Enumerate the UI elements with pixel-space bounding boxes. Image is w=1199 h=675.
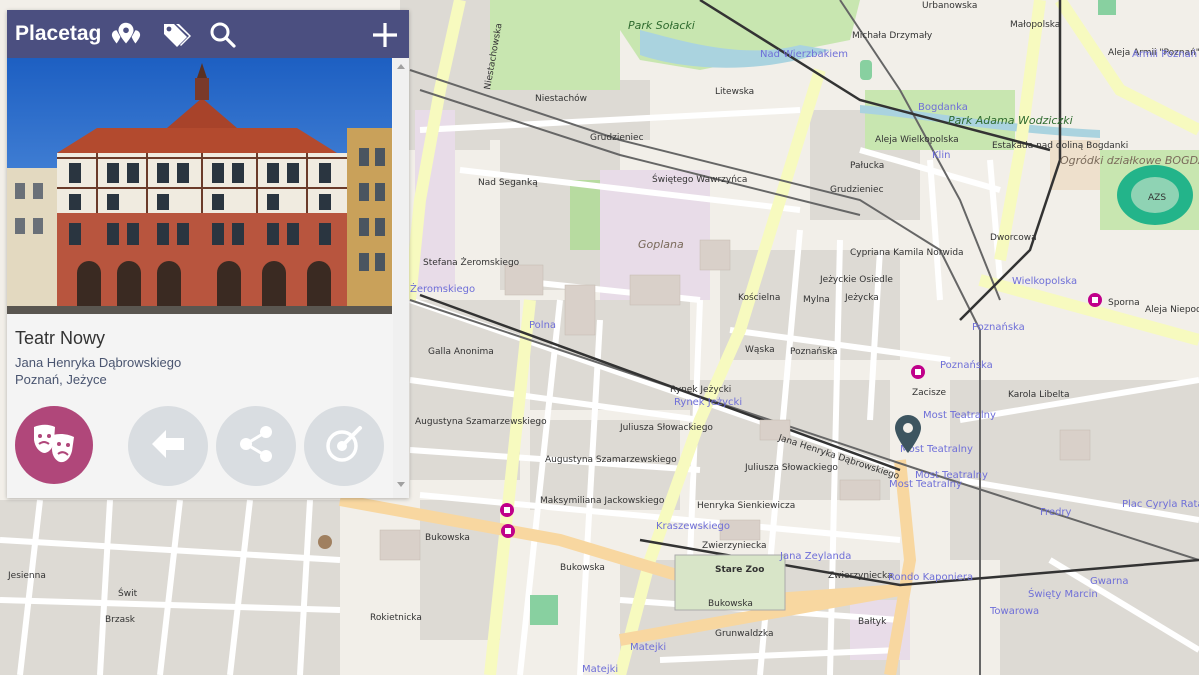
map-label-jana-zeylanda: Jana Zeylanda [779,551,851,562]
map-label-aleja-niepodleglosci: Aleja Niepodległości [1145,304,1199,315]
plus-icon[interactable] [369,19,401,51]
map-label-sporna: Sporna [1108,298,1140,308]
map-label-swit: Świt [118,587,138,599]
map-label-polna: Polna [529,320,556,331]
map-label-urbanowska: Urbanowska [922,1,977,11]
map-label-most-teatralny-1: Most Teatralny [923,410,996,421]
map-label-plac-cyryla: Plac Cyryla Ratajskiego [1122,499,1199,510]
map-label-estakada: Estakada nad doliną Bogdanki [992,141,1128,151]
map-label-matejki-2: Matejki [582,664,618,675]
map-label-bukowska: Bukowska [425,533,470,543]
place-panel: Placetag Teatr Nowy Jana Henryka Dąbrows… [7,10,409,498]
map-label-baltyk: Bałtyk [858,617,887,627]
place-info: Teatr Nowy Jana Henryka Dąbrowskiego Poz… [15,328,385,387]
map-label-zeromskiego: Stefana Żeromskiego [423,257,520,268]
map-label-rondo-kaponiera: Rondo Kaponiera [888,572,973,583]
share-button[interactable] [216,406,296,486]
map-pins-icon[interactable] [110,19,142,51]
place-name: Teatr Nowy [15,328,106,348]
map-label-kraszewskiego-stop: Kraszewskiego [656,521,730,532]
map-label-swiety-marcin: Święty Marcin [1028,587,1098,600]
map-label-litewska: Litewska [715,87,754,97]
map-label-fredry: Fredry [1040,507,1072,518]
map-label-al-wielkopolska: Aleja Wielkopolska [875,135,959,145]
map-label-augustyna-2: Augustyna Szamarzewskiego [545,455,677,465]
map-label-michala-drzymaly: Michała Drzymały [852,31,933,41]
map-label-augustyna: Augustyna Szamarzewskiego [415,417,547,427]
tags-icon[interactable] [160,19,192,51]
map-label-bukowska-2: Bukowska [560,563,605,573]
back-button[interactable] [128,406,208,486]
target-check-icon [324,424,364,469]
map-label-jezyckie-osiedle: Jeżyckie Osiedle [819,275,893,285]
map-label-armii-poznan-stop: Armii Poznań [1132,48,1197,60]
theater-masks-icon [15,406,93,484]
map-label-jesienna: Jesienna [7,571,46,581]
map-label-park-wodziczki: Park Adama Wodziczki [948,114,1073,127]
map-label-matejki: Matejki [630,642,666,653]
location-pin-icon[interactable] [895,415,921,458]
map-label-rokietnicka: Rokietnicka [370,613,422,623]
map-label-mylna: Mylna [803,295,830,305]
map-label-grunwaldzka: Grunwaldzka [715,629,773,639]
map-label-cyprianna: Cypriana Kamila Norwida [850,248,964,258]
map-label-rynek-jezycki-stop: Rynek Jeżycki [674,397,742,408]
place-street: Jana Henryka Dąbrowskiego [15,355,182,370]
map-label-brzask: Brzask [105,615,136,625]
top-toolbar: Placetag [7,10,409,58]
map-label-poznanska-street: Poznańska [790,347,838,357]
map-label-bogdanka: Bogdanka [918,102,968,113]
map-label-niestachow: Niestachów [535,93,587,104]
map-label-nad-seganka: Nad Seganką [478,178,538,188]
map-label-palucka: Pałucka [850,161,884,171]
map-label-jezycka: Jeżycka [844,293,879,303]
map-label-azs: AZS [1148,193,1166,203]
map-label-zeromskiego-stop: Żeromskiego [410,282,475,295]
map-label-nad-wierzbakiem: Nad Wierzbakiem [760,49,848,60]
map-label-juliusza-slowackiego-2: Juliusza Słowackiego [744,463,838,473]
map-label-bukowska-3: Bukowska [708,599,753,609]
map-label-henryka-sienkiewicza: Henryka Sienkiewicza [697,501,795,511]
panel-scrollbar[interactable] [393,58,409,498]
share-icon [238,425,274,468]
map-label-zwierzyniecka: Zwierzyniecka [702,541,767,551]
map-label-waska: Wąska [745,345,775,355]
place-photo [7,58,392,314]
map-label-zwierzyniecka-2: Zwierzyniecka [828,571,893,581]
map-label-goplana: Goplana [638,238,684,251]
map-label-galla-anonima: Galla Anonima [428,347,494,357]
map-label-wielkopolska-stop: Wielkopolska [1012,276,1077,287]
map-label-stare-zoo: Stare Zoo [715,565,764,575]
map-label-towarowa: Towarowa [989,606,1039,617]
map-label-maksymiliana: Maksymiliana Jackowskiego [540,496,665,506]
map-label-rynek-jezycki: Rynek Jeżycki [670,385,731,395]
map-label-ogrodki: Ogródki działkowe BOGDANKA [1060,154,1199,167]
search-icon[interactable] [207,19,239,51]
map-label-zacisze: Zacisze [912,388,947,398]
map-label-karola-libelta: Karola Libelta [1008,390,1069,400]
map-label-swietego-wawrzynca: Świętego Wawrzyńca [652,173,747,185]
place-city-district: Poznań, Jeżyce [15,372,107,387]
checkin-button[interactable] [304,406,384,486]
map-label-gwarna: Gwarna [1090,576,1128,587]
app-brand[interactable]: Placetag [15,22,105,46]
map-label-grudzieniec: Grudzieniec [590,133,644,143]
scroll-up-icon[interactable] [397,64,405,69]
map-label-dworcowa: Dworcowa [990,233,1037,243]
map-label-malopolska: Małopolska [1010,20,1060,30]
scroll-down-icon[interactable] [397,482,405,487]
map-label-park-solacki: Park Sołacki [628,19,695,32]
map-label-klin: Klin [932,150,950,161]
map-label-grudzieniec-2: Grudzieniec [830,185,884,195]
map-label-most-teatralny-4: Most Teatralny [889,479,962,490]
arrow-left-icon [150,428,186,465]
map-label-poznanska-stop: Poznańska [940,359,993,371]
map-label-poznanska: Poznańska [972,321,1025,333]
map-label-juliusza-slowackiego: Juliusza Słowackiego [619,423,713,433]
map-label-koscielna: Kościelna [738,292,780,303]
